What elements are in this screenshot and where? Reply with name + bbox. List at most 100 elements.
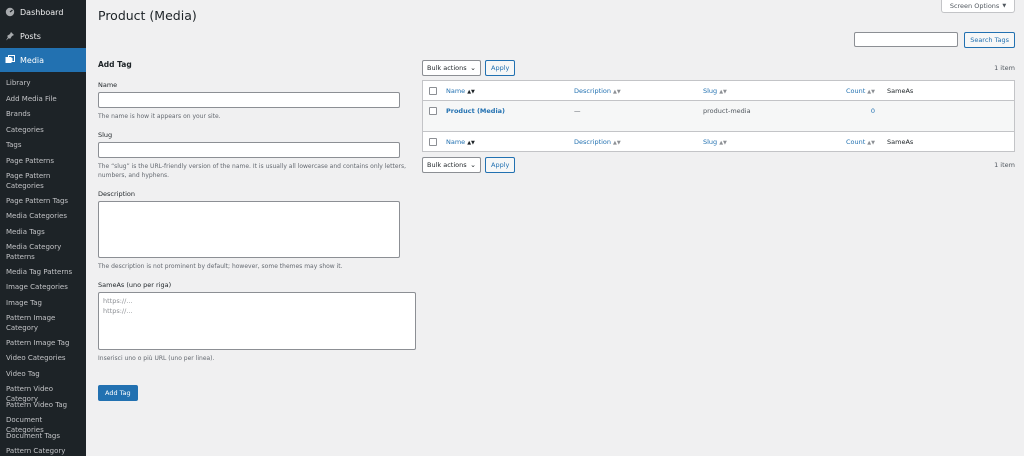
select-all-checkbox[interactable]	[429, 86, 437, 95]
submenu-document-categories[interactable]: Document Categories	[0, 413, 86, 434]
add-tag-button[interactable]: Add Tag	[98, 385, 138, 401]
chevron-down-icon: ⌄	[470, 64, 476, 72]
bulk-actions-label: Bulk actions	[427, 64, 467, 72]
submenu-image-categories[interactable]: Image Categories	[0, 280, 86, 296]
sort-icon: ▲▼	[719, 88, 727, 95]
submenu-media-categories[interactable]: Media Categories	[0, 209, 86, 225]
description-label: Description	[98, 190, 136, 198]
sameas-textarea[interactable]: https://... https://...	[98, 292, 416, 350]
bulk-actions-select[interactable]: Bulk actions ⌄	[422, 157, 481, 173]
sameas-field-group: SameAs (uno per riga) https://... https:…	[98, 281, 416, 363]
slug-input[interactable]	[98, 142, 400, 158]
submenu-page-pattern-categories[interactable]: Page Pattern Categories	[0, 169, 86, 194]
bulk-actions-label: Bulk actions	[427, 161, 467, 169]
column-description-footer[interactable]: Description ▲▼	[574, 138, 703, 146]
sameas-hint: Inserisci uno o più URL (uno per linea).	[98, 355, 215, 362]
submenu-pattern-video-category[interactable]: Pattern Video Category	[0, 382, 86, 403]
column-sameas-footer: SameAs	[887, 137, 914, 146]
search-input[interactable]	[854, 32, 959, 47]
pin-icon	[5, 31, 15, 41]
submenu-page-pattern-tags[interactable]: Page Pattern Tags	[0, 194, 86, 210]
submenu-media-category-patterns[interactable]: Media Category Patterns	[0, 240, 86, 265]
add-tag-heading: Add Tag	[98, 60, 132, 69]
column-name-header[interactable]: Name ▲▼	[446, 87, 574, 95]
sameas-placeholder-line: https://...	[103, 307, 133, 315]
slug-label: Slug	[98, 131, 113, 139]
table-footer-row: Name ▲▼ Description ▲▼ Slug ▲▼ Count ▲▼ Same…	[423, 131, 1014, 151]
search-box: Search Tags	[854, 32, 1015, 48]
menu-media-label: Media	[20, 55, 45, 65]
submenu-add-media-file[interactable]: Add Media File	[0, 92, 86, 108]
row-count-link[interactable]: 0	[823, 107, 887, 115]
sort-icon: ▲▼	[467, 88, 475, 95]
description-hint: The description is not prominent by defa…	[98, 263, 343, 270]
sort-icon: ▲▼	[867, 88, 875, 95]
apply-button[interactable]: Apply	[485, 60, 516, 76]
tablenav-bottom: Bulk actions ⌄ Apply 1 item	[422, 157, 1015, 173]
sort-icon: ▲▼	[613, 88, 621, 95]
submenu-video-categories[interactable]: Video Categories	[0, 351, 86, 367]
tags-table: Name ▲▼ Description ▲▼ Slug ▲▼ Count ▲▼ Same…	[422, 80, 1015, 152]
slug-hint: The “slug” is the URL-friendly version o…	[98, 163, 407, 179]
submenu-image-tag[interactable]: Image Tag	[0, 296, 86, 312]
dashboard-icon	[5, 7, 15, 17]
apply-button[interactable]: Apply	[485, 157, 516, 173]
submenu-categories[interactable]: Categories	[0, 123, 86, 139]
tags-list: Bulk actions ⌄ Apply 1 item Name ▲▼ Descr…	[422, 60, 1015, 173]
row-name-link[interactable]: Product (Media)	[446, 107, 574, 115]
name-hint: The name is how it appears on your site.	[98, 113, 221, 120]
column-name-footer[interactable]: Name ▲▼	[446, 138, 574, 146]
sort-icon: ▲▼	[613, 139, 621, 146]
select-all-checkbox[interactable]	[429, 137, 437, 146]
submenu-library[interactable]: Library	[0, 76, 86, 92]
item-count: 1 item	[994, 64, 1015, 72]
media-icon	[5, 55, 15, 65]
submenu-media-tags[interactable]: Media Tags	[0, 225, 86, 241]
sameas-placeholder-line: https://...	[103, 297, 133, 305]
item-count: 1 item	[994, 161, 1015, 169]
column-slug-header[interactable]: Slug ▲▼	[703, 87, 823, 95]
name-field-group: Name The name is how it appears on your …	[98, 81, 416, 121]
description-field-group: Description The description is not promi…	[98, 190, 416, 271]
column-count-footer[interactable]: Count ▲▼	[823, 138, 887, 146]
submenu-media-tag-patterns[interactable]: Media Tag Patterns	[0, 265, 86, 281]
column-slug-footer[interactable]: Slug ▲▼	[703, 138, 823, 146]
row-description: —	[574, 107, 581, 115]
submenu-video-tag[interactable]: Video Tag	[0, 367, 86, 383]
page-title: Product (Media)	[98, 8, 197, 23]
caret-down-icon: ▼	[1002, 3, 1007, 9]
sort-icon: ▲▼	[867, 139, 875, 146]
chevron-down-icon: ⌄	[470, 161, 476, 169]
menu-posts[interactable]: Posts	[0, 24, 86, 48]
sort-icon: ▲▼	[719, 139, 727, 146]
media-submenu: Library Add Media File Brands Categories…	[0, 72, 86, 456]
search-tags-button[interactable]: Search Tags	[964, 32, 1015, 48]
submenu-page-patterns[interactable]: Page Patterns	[0, 154, 86, 170]
row-slug: product-media	[703, 107, 751, 115]
screen-options-label: Screen Options	[949, 2, 1000, 10]
row-checkbox[interactable]	[429, 107, 437, 115]
table-header-row: Name ▲▼ Description ▲▼ Slug ▲▼ Count ▲▼ Same…	[423, 81, 1014, 101]
submenu-tags[interactable]: Tags	[0, 138, 86, 154]
submenu-pattern-category-documents[interactable]: Pattern Category Documents	[0, 444, 86, 456]
submenu-pattern-image-tag[interactable]: Pattern Image Tag	[0, 336, 86, 352]
table-row: Product (Media) — product-media 0	[423, 101, 1014, 131]
add-tag-form: Add Tag Name The name is how it appears …	[98, 60, 416, 401]
bulk-actions-select[interactable]: Bulk actions ⌄	[422, 60, 481, 76]
description-textarea[interactable]	[98, 201, 400, 258]
slug-field-group: Slug The “slug” is the URL-friendly vers…	[98, 131, 416, 180]
menu-posts-label: Posts	[20, 31, 41, 41]
admin-sidebar: Dashboard Posts Media Library Add Media …	[0, 0, 86, 456]
name-label: Name	[98, 81, 118, 89]
menu-media[interactable]: Media	[0, 48, 86, 72]
submenu-brands[interactable]: Brands	[0, 107, 86, 123]
column-description-header[interactable]: Description ▲▼	[574, 87, 703, 95]
submenu-pattern-image-category[interactable]: Pattern Image Category	[0, 311, 86, 336]
screen-options-button[interactable]: Screen Options ▼	[941, 0, 1015, 13]
tablenav-top: Bulk actions ⌄ Apply 1 item	[422, 60, 1015, 76]
column-sameas-header: SameAs	[887, 86, 914, 95]
name-input[interactable]	[98, 92, 400, 108]
menu-dashboard[interactable]: Dashboard	[0, 0, 86, 24]
sameas-label: SameAs (uno per riga)	[98, 281, 172, 289]
column-count-header[interactable]: Count ▲▼	[823, 87, 887, 95]
